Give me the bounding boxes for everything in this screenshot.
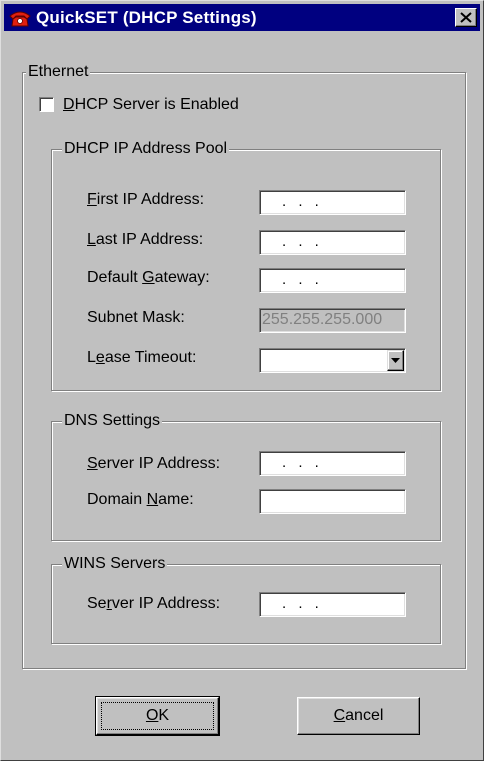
cancel-button[interactable]: Cancel — [297, 697, 420, 735]
domain-name-field[interactable] — [259, 489, 406, 514]
lease-timeout-dropdown[interactable] — [259, 348, 406, 373]
red-phone-icon — [9, 9, 31, 27]
focus-rectangle — [101, 702, 214, 730]
last-ip-label: Last IP Address: — [87, 231, 204, 248]
gateway-label: Default Gateway: — [87, 269, 210, 286]
subnet-mask-label: Subnet Mask: — [87, 309, 185, 326]
gateway-field[interactable]: . . . — [259, 268, 406, 293]
lease-timeout-label: Lease Timeout: — [87, 349, 197, 366]
dns-server-ip-label: Server IP Address: — [87, 455, 221, 472]
dns-server-ip-field[interactable]: . . . — [259, 451, 406, 476]
wins-server-ip-field[interactable]: . . . — [259, 592, 406, 617]
wins-server-ip-label: Server IP Address: — [87, 595, 221, 612]
close-icon — [460, 12, 472, 23]
dhcp-enabled-checkbox[interactable] — [39, 97, 54, 112]
wins-servers-legend: WINS Servers — [62, 554, 168, 574]
dhcp-settings-dialog: QuickSET (DHCP Settings) Ethernet DHCP S… — [0, 0, 484, 761]
dns-settings-legend: DNS Settings — [62, 411, 163, 431]
ethernet-legend: Ethernet — [26, 62, 91, 82]
domain-name-label: Domain Name: — [87, 491, 194, 508]
dhcp-enabled-label[interactable]: DHCP Server is Enabled — [63, 95, 239, 115]
window-title: QuickSET (DHCP Settings) — [36, 8, 257, 27]
first-ip-label: First IP Address: — [87, 191, 205, 208]
close-button[interactable] — [455, 8, 477, 27]
chevron-down-icon — [391, 358, 400, 363]
subnet-mask-field: 255.255.255.000 — [259, 308, 406, 333]
ok-button[interactable]: OK — [95, 696, 220, 736]
dns-settings-group: DNS Settings — [51, 411, 441, 541]
address-pool-legend: DHCP IP Address Pool — [62, 139, 230, 159]
title-bar[interactable]: QuickSET (DHCP Settings) — [4, 4, 480, 31]
last-ip-field[interactable]: . . . — [259, 230, 406, 255]
first-ip-field[interactable]: . . . — [259, 190, 406, 215]
dropdown-button[interactable] — [387, 350, 404, 371]
